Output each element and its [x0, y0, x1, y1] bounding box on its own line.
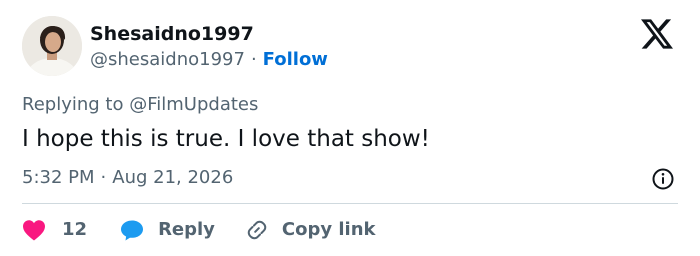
- avatar-image: [22, 16, 82, 76]
- tweet-text: I hope this is true. I love that show!: [22, 126, 430, 152]
- replying-to-prefix: Replying to: [22, 94, 124, 115]
- tweet-date: Aug 21, 2026: [112, 167, 234, 188]
- info-icon[interactable]: [651, 167, 675, 191]
- timestamp-separator: ·: [100, 167, 107, 188]
- tweet-time: 5:32 PM: [22, 167, 95, 188]
- avatar[interactable]: [22, 16, 82, 76]
- x-logo-icon[interactable]: [641, 19, 673, 49]
- like-button[interactable]: 12: [22, 218, 87, 242]
- tweet-timestamp[interactable]: 5:32 PM · Aug 21, 2026: [22, 166, 233, 190]
- speech-bubble-icon: [121, 220, 144, 241]
- author-handle[interactable]: @shesaidno1997: [90, 49, 245, 70]
- follow-button[interactable]: Follow: [263, 49, 328, 70]
- replying-to-mention[interactable]: @FilmUpdates: [129, 94, 258, 115]
- heart-icon: [23, 220, 45, 241]
- replying-to-line: Replying to @FilmUpdates: [22, 93, 258, 117]
- link-icon: [247, 220, 267, 240]
- separator-dot: ·: [250, 49, 257, 70]
- reply-button[interactable]: Reply: [120, 218, 215, 242]
- author-handle-row: @shesaidno1997 · Follow: [90, 48, 328, 72]
- copy-link-label: Copy link: [281, 219, 376, 240]
- embedded-tweet-card: Shesaidno1997 @shesaidno1997 · Follow Repl…: [0, 0, 700, 256]
- divider: [22, 203, 678, 204]
- like-count: 12: [62, 219, 88, 240]
- author-display-name[interactable]: Shesaidno1997: [90, 22, 254, 46]
- reply-label: Reply: [158, 219, 215, 240]
- copy-link-button[interactable]: Copy link: [245, 218, 376, 242]
- tweet-actions: 12 Reply Copy link: [22, 216, 376, 244]
